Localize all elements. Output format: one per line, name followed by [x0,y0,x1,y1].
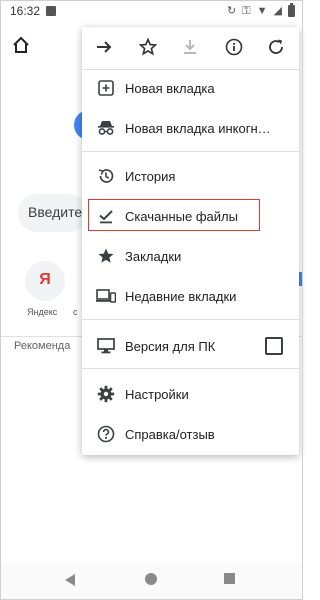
menu-item-desktop-site[interactable]: Версия для ПК [82,328,299,364]
signal-icon: ◢ [273,5,282,17]
menu-item-settings[interactable]: Настройки [82,376,299,412]
gallery-notification-icon [46,6,56,16]
info-icon [225,38,243,56]
menu-item-downloads[interactable]: Скачанные файлы [82,198,299,234]
shortcut-tile-yandex[interactable]: Я [25,261,65,301]
menu-item-recent-tabs[interactable]: Недавние вкладки [82,278,299,314]
menu-item-label: Скачанные файлы [125,208,238,224]
status-icons: ↻ ⚿ ▼ ◢ [227,3,295,18]
home-icon[interactable] [12,36,30,59]
help-icon [96,424,116,444]
menu-item-label: Настройки [125,386,189,402]
refresh-icon [269,39,283,54]
download-page-button[interactable] [176,33,204,61]
star-outline-icon [139,38,157,56]
gear-icon [96,384,116,404]
incognito-icon [96,118,116,138]
history-icon [96,166,116,186]
search-box[interactable]: Введите [18,194,88,232]
menu-item-label: История [125,168,176,184]
system-nav-bar [0,563,303,600]
recents-icon[interactable] [224,573,235,584]
menu-item-label: Недавние вкладки [125,288,237,304]
menu-divider [82,368,299,369]
shortcut-label-2: с [73,307,78,317]
menu-item-label: Версия для ПК [125,338,216,354]
overflow-menu: Новая вкладка Новая вкладка инкогн… Исто… [82,27,299,455]
menu-item-label: Закладки [125,248,182,264]
new-tab-icon [96,78,116,98]
download-icon [184,40,196,54]
key-icon: ⚿ [242,5,251,17]
bookmark-button[interactable] [134,33,162,61]
desktop-site-checkbox[interactable] [265,337,283,355]
star-icon [96,246,116,266]
menu-item-help-feedback[interactable]: Справка/отзыв [82,416,299,452]
battery-icon [288,3,295,17]
wifi-icon: ▼ [256,5,268,17]
menu-divider [82,319,299,320]
page-info-button[interactable] [220,33,248,61]
menu-item-history[interactable]: История [82,158,299,194]
menu-item-incognito-tab[interactable]: Новая вкладка инкогн… [82,110,299,146]
menu-item-new-tab[interactable]: Новая вкладка [82,70,299,106]
home-circle-icon[interactable] [145,573,157,585]
menu-item-label: Новая вкладка инкогн… [125,120,271,136]
arrow-forward-icon [97,41,112,53]
shortcut-label: Яндекс [27,307,58,317]
menu-item-bookmarks[interactable]: Закладки [82,238,299,274]
status-bar: 16:32 ↻ ⚿ ▼ ◢ [0,0,303,24]
devices-icon [96,286,116,306]
downloads-check-icon [96,206,116,226]
status-time: 16:32 [10,4,41,18]
forward-button[interactable] [90,33,118,61]
menu-divider [82,151,299,152]
yandex-logo-icon: Я [39,271,51,288]
back-icon[interactable] [64,573,76,590]
recommended-heading: Рекоменда [14,340,71,352]
menu-item-label: Справка/отзыв [125,426,215,442]
menu-item-label: Новая вкладка [125,80,215,96]
sync-icon: ↻ [227,5,237,17]
refresh-button[interactable] [262,33,290,61]
search-placeholder: Введите [28,204,83,220]
menu-toolbar [82,27,299,69]
desktop-icon [96,336,116,356]
